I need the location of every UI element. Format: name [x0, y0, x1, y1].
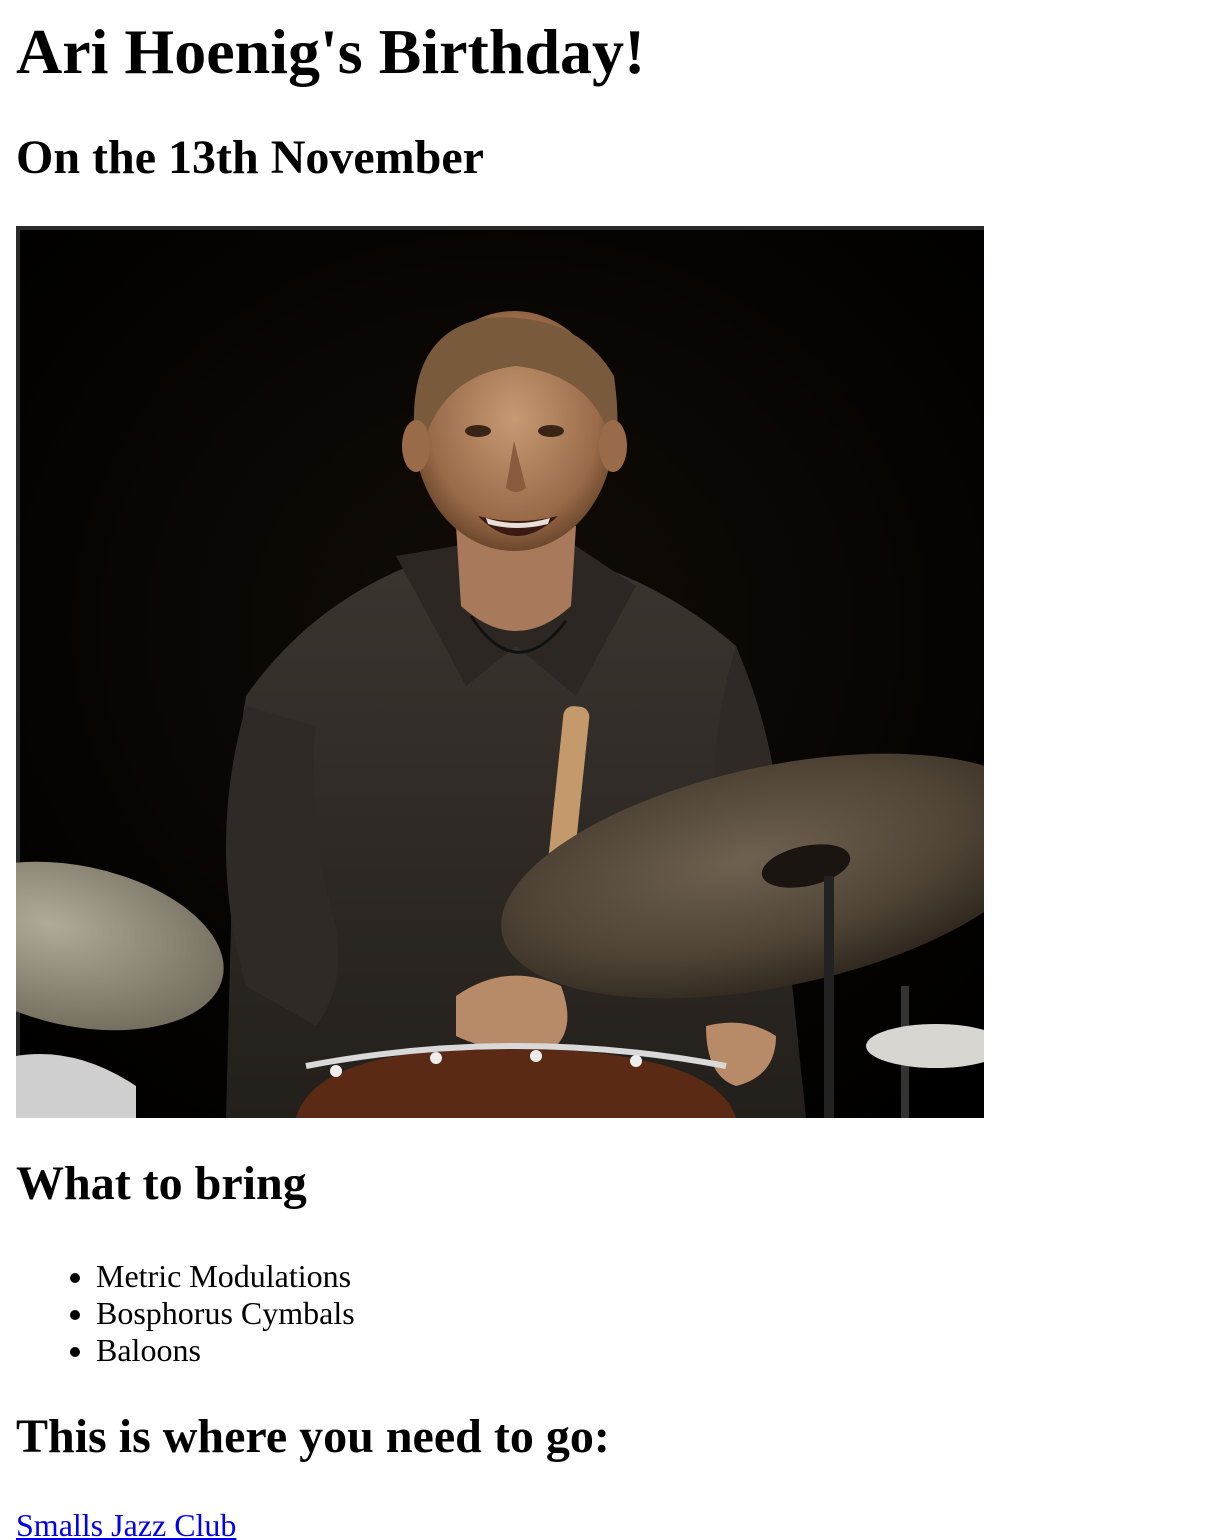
location-heading: This is where you need to go: — [16, 1410, 610, 1463]
list-item: Metric Modulations — [96, 1258, 1206, 1295]
what-to-bring-heading: What to bring — [16, 1157, 307, 1210]
list-item: Baloons — [96, 1332, 1206, 1369]
drummer-photo-illustration — [16, 226, 984, 1118]
drummer-photo — [16, 226, 984, 1118]
page-title: Ari Hoenig's Birthday! — [16, 16, 646, 87]
bring-list: Metric Modulations Bosphorus Cymbals Bal… — [16, 1258, 1206, 1369]
venue-link[interactable]: Smalls Jazz Club — [16, 1507, 236, 1540]
list-item: Bosphorus Cymbals — [96, 1295, 1206, 1332]
event-date: On the 13th November — [16, 131, 484, 184]
